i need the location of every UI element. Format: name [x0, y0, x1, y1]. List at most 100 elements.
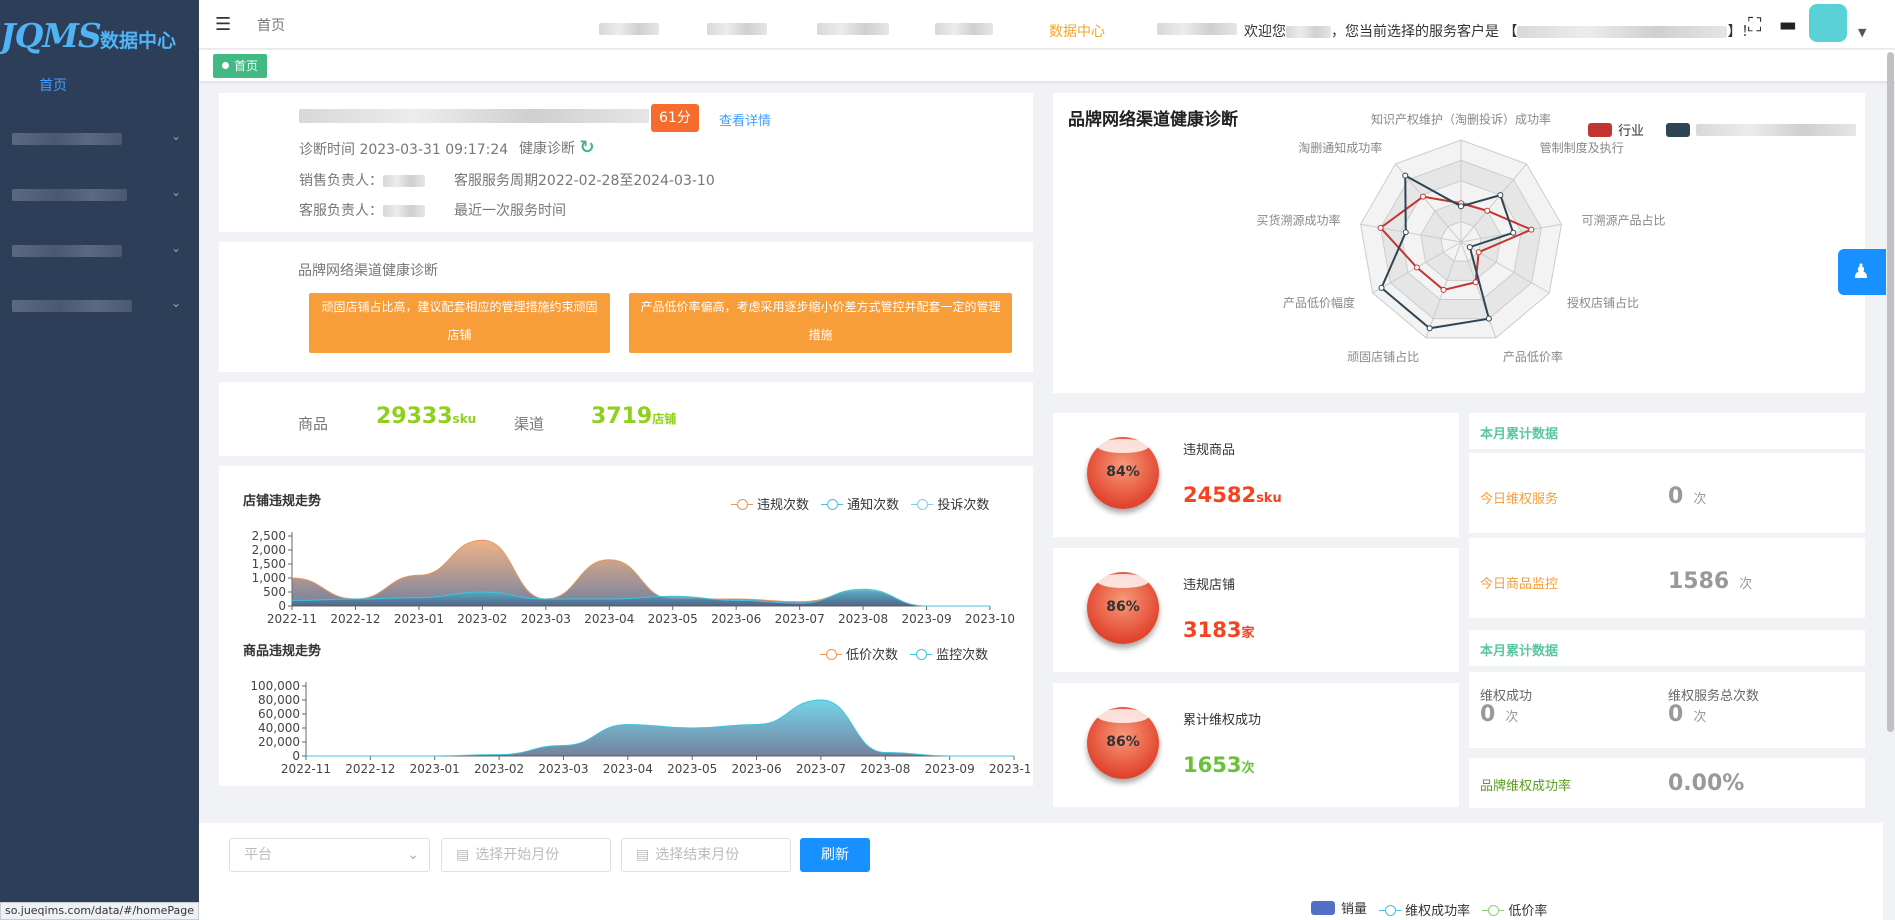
platform-select[interactable]: 平台 ⌄ — [229, 838, 430, 872]
sales-owner: 销售负责人： — [299, 170, 425, 190]
bottom-legend[interactable]: 销量 维权成功率 低价率 — [1303, 898, 1547, 919]
refresh-icon[interactable]: ↻ — [579, 137, 594, 158]
logo[interactable]: JQMS 数据中心 — [0, 14, 199, 55]
radar-point — [1485, 315, 1492, 322]
y-tick-label: 40,000 — [258, 721, 300, 735]
goods-label: 商品 — [298, 415, 329, 433]
goods-value: 29333sku — [376, 404, 477, 429]
user-float-button[interactable]: ♟ — [1838, 249, 1886, 295]
sidebar-item-home[interactable]: 首页 — [39, 75, 67, 95]
y-tick-label: 80,000 — [258, 693, 300, 707]
y-tick-label: 100,000 — [250, 679, 300, 693]
chart-title: 商品违规走势 — [243, 644, 322, 659]
legend-item-low-price: 低价率 — [1482, 900, 1547, 919]
today-monitor-value: 1586 次 — [1668, 569, 1753, 594]
top-nav-item-4[interactable] — [935, 21, 993, 37]
radar-point — [1475, 249, 1482, 256]
logo-subtitle: 数据中心 — [100, 30, 177, 52]
kpi-label: 累计维权成功 — [1183, 713, 1262, 728]
kpi-card: 86% 违规店铺 3183家 — [1053, 548, 1459, 672]
store-violation-chart[interactable]: 05001,0001,5002,0002,500 2022-11 2022-12 20… — [230, 520, 1030, 630]
radar-point — [1413, 264, 1420, 271]
breadcrumb[interactable]: 首页 — [257, 15, 285, 35]
x-tick-label: 2023-05 — [667, 762, 717, 776]
logo-text: JQMS — [0, 16, 102, 55]
avatar[interactable] — [1809, 4, 1847, 42]
start-month-picker[interactable]: ▤ 选择开始月份 — [441, 838, 611, 872]
scrollbar[interactable] — [1887, 52, 1894, 732]
x-tick-label: 2023-01 — [410, 762, 460, 776]
x-tick-label: 2023-01 — [394, 612, 444, 626]
series-area — [306, 700, 1014, 756]
rights-card — [1469, 672, 1865, 748]
suggestion-title: 品牌网络渠道健康诊断 — [298, 263, 438, 279]
top-nav-item-3[interactable] — [817, 21, 889, 37]
kpi-label: 违规店铺 — [1183, 578, 1236, 593]
today-monitor-label: 今日商品监控 — [1480, 577, 1559, 592]
sidebar-item-3[interactable]: ⌄ — [12, 239, 187, 263]
sidebar-item-1[interactable]: ⌄ — [12, 127, 187, 151]
monitor-icon[interactable]: ▬ — [1779, 14, 1797, 36]
x-tick-label: 2023-09 — [925, 762, 975, 776]
top-nav-item-2[interactable] — [707, 21, 767, 37]
tag-home[interactable]: 首页 — [213, 54, 268, 78]
radar-point — [1402, 229, 1409, 236]
rights-total-value: 0次 — [1668, 702, 1707, 727]
channel-label: 渠道 — [514, 415, 545, 433]
x-tick-label: 2023-10 — [989, 762, 1030, 776]
radar-point — [1458, 203, 1464, 210]
radar-indicator-label: 顽固店铺占比 — [1347, 349, 1419, 364]
kpi-ball: 86% — [1087, 707, 1159, 779]
chart-legend[interactable]: 低价次数 监控次数 — [812, 644, 988, 663]
radar-indicator-label: 产品低价幅度 — [1283, 295, 1355, 310]
chevron-down-icon: ⌄ — [170, 185, 181, 199]
fullscreen-icon[interactable]: ⛶ — [1748, 14, 1761, 36]
kpi-ball: 86% — [1087, 572, 1159, 644]
diagnosis-time: 诊断时间 2023-03-31 09:17:24 — [299, 142, 509, 158]
x-tick-label: 2023-08 — [838, 612, 888, 626]
suggestion-item: 顽固店铺占比高，建议配套相应的管理措施约束顽固店铺 — [309, 293, 610, 353]
service-owner: 客服负责人： — [299, 200, 425, 220]
radar-chart[interactable]: 知识产权维护（淘删投诉）成功率管制制度及执行可溯源产品占比授权店铺占比产品低价率… — [1053, 100, 1865, 380]
radar-point — [1484, 207, 1491, 214]
x-tick-label: 2023-04 — [603, 762, 653, 776]
y-tick-label: 0 — [292, 749, 300, 763]
dot-icon — [222, 62, 229, 69]
tags-bar: 首页 — [199, 50, 1895, 82]
y-tick-label: 0 — [278, 599, 286, 613]
last-service-time: 最近一次服务时间 — [454, 203, 566, 219]
kpi-label: 违规商品 — [1183, 443, 1236, 458]
status-url: so.jueqims.com/data/#/homePage — [0, 902, 199, 920]
x-tick-label: 2023-09 — [901, 612, 951, 626]
chart-legend[interactable]: 违规次数 通知次数 投诉次数 — [723, 494, 989, 513]
radar-point — [1472, 279, 1479, 286]
sidebar-item-4[interactable]: ⌄ — [12, 294, 187, 318]
legend-item: 低价次数 — [820, 644, 898, 663]
kpi-value: 24582sku — [1183, 483, 1282, 507]
x-tick-label: 2023-03 — [538, 762, 588, 776]
x-tick-label: 2023-02 — [457, 612, 507, 626]
rights-rate-value: 0.00% — [1668, 771, 1745, 796]
radar-point — [1497, 192, 1504, 199]
top-nav-item-1[interactable] — [599, 21, 659, 37]
refresh-button[interactable]: 刷新 — [800, 838, 870, 872]
radar-indicator-label: 知识产权维护（淘删投诉）成功率 — [1371, 112, 1551, 127]
kpi-value: 1653次 — [1183, 753, 1255, 777]
top-nav-data-center[interactable]: 数据中心 — [1049, 21, 1105, 41]
radar-point — [1466, 244, 1473, 251]
health-diagnosis[interactable]: 健康诊断 ↻ — [519, 137, 595, 158]
radar-indicator-label: 产品低价率 — [1503, 349, 1563, 364]
sidebar-item-2[interactable]: ⌄ — [12, 183, 187, 207]
x-tick-label: 2023-10 — [965, 612, 1015, 626]
today-service-value: 0次 — [1668, 484, 1707, 509]
legend-item: 违规次数 — [731, 494, 809, 513]
menu-toggle-icon[interactable]: ☰ — [215, 14, 231, 35]
end-month-picker[interactable]: ▤ 选择结束月份 — [621, 838, 791, 872]
product-violation-chart[interactable]: 020,00040,00060,00080,000100,000 2022-11 2… — [230, 670, 1030, 780]
calendar-icon: ▤ — [636, 847, 650, 863]
top-nav-item-6[interactable] — [1157, 21, 1237, 37]
radar-point — [1402, 172, 1409, 179]
caret-down-icon[interactable]: ▼ — [1858, 26, 1866, 39]
view-details-link[interactable]: 查看详情 — [719, 110, 771, 129]
score-badge: 61分 — [651, 104, 699, 132]
